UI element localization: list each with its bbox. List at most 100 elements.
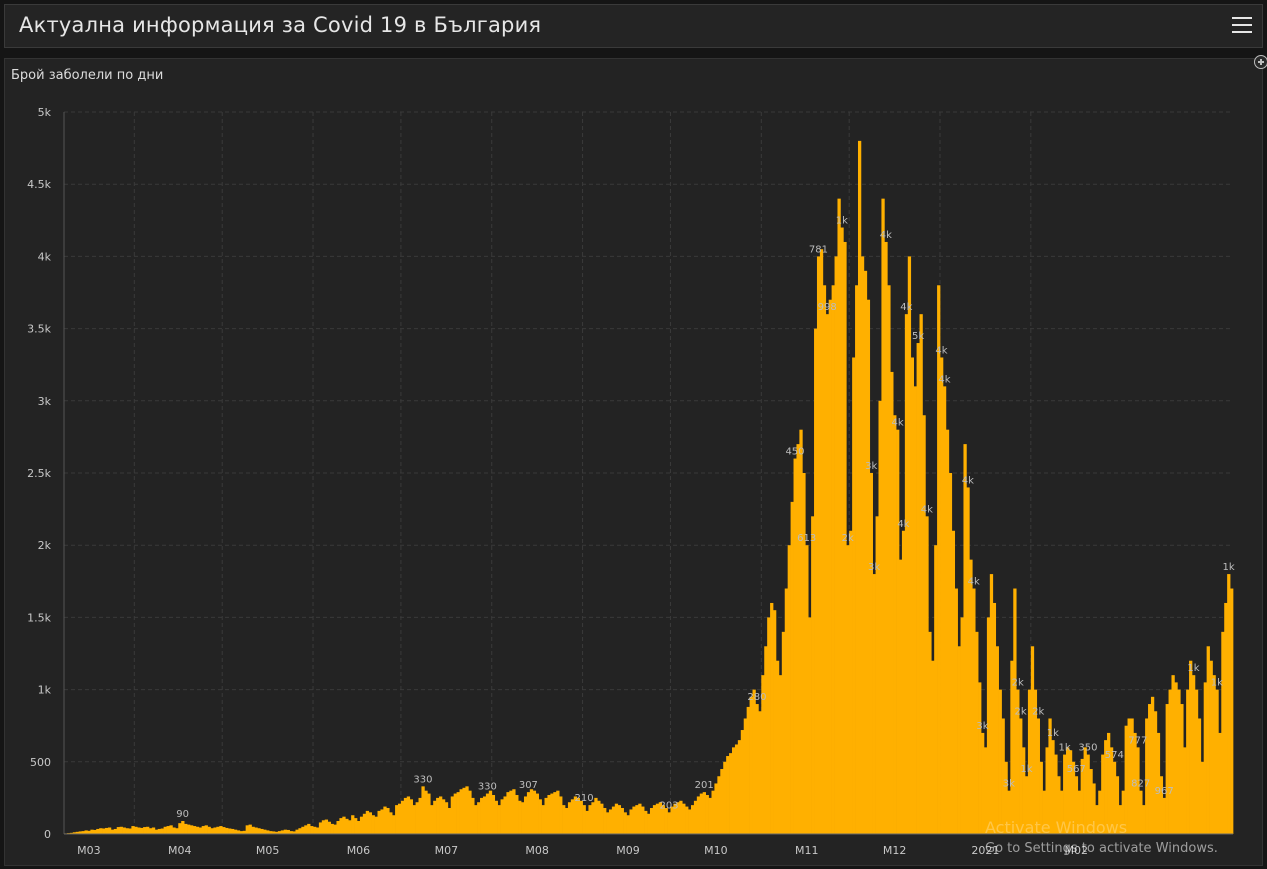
- data-label: 90: [176, 809, 189, 820]
- bar: [749, 696, 753, 834]
- bar: [693, 800, 698, 834]
- bar: [403, 797, 408, 834]
- bar: [614, 803, 619, 834]
- bar: [503, 796, 507, 834]
- bar: [222, 827, 226, 834]
- bar: [406, 796, 411, 834]
- bar: [254, 827, 258, 834]
- bar: [313, 826, 317, 834]
- bar: [362, 813, 367, 834]
- bar: [433, 800, 437, 834]
- bar: [207, 826, 211, 834]
- data-label: 827: [1131, 779, 1150, 790]
- data-label: 1k: [1058, 743, 1070, 754]
- bar: [734, 744, 739, 834]
- bar: [547, 795, 551, 834]
- bar: [1186, 689, 1190, 834]
- data-label: 777: [1128, 735, 1147, 746]
- bar: [286, 829, 290, 834]
- bar: [784, 588, 789, 834]
- bar: [348, 820, 352, 834]
- x-tick-label: M07: [435, 844, 459, 857]
- bar: [608, 809, 613, 834]
- bar: [509, 790, 513, 834]
- bar: [169, 825, 173, 834]
- data-label: 307: [519, 780, 538, 791]
- bar: [714, 783, 718, 834]
- bar: [995, 646, 999, 834]
- bar: [664, 808, 668, 834]
- y-tick-label: 3.5k: [27, 323, 51, 336]
- bar: [688, 809, 692, 834]
- bar: [383, 806, 387, 834]
- bar: [330, 823, 334, 834]
- bar: [948, 473, 953, 834]
- data-label: 998: [818, 302, 837, 313]
- bar: [485, 793, 490, 834]
- bar: [849, 530, 853, 834]
- y-tick-label: 4.5k: [27, 178, 51, 191]
- bar: [301, 826, 305, 834]
- bar: [822, 285, 827, 834]
- bar: [359, 816, 364, 834]
- bar: [579, 800, 583, 834]
- bar: [506, 792, 510, 834]
- bar: [816, 256, 821, 834]
- bar: [453, 793, 457, 834]
- bar: [819, 249, 824, 834]
- bar: [1150, 696, 1155, 834]
- bar: [415, 802, 419, 834]
- bar: [201, 826, 205, 834]
- bar: [231, 828, 235, 834]
- data-label: 3k: [1003, 779, 1015, 790]
- bar: [626, 815, 630, 834]
- bar: [931, 660, 935, 834]
- bar: [321, 820, 326, 834]
- data-label: 450: [785, 447, 804, 458]
- bar: [488, 790, 493, 834]
- activate-windows-watermark: Activate Windows: [985, 818, 1128, 837]
- bar: [1001, 718, 1005, 834]
- bar: [368, 812, 372, 834]
- data-label: 574: [1105, 750, 1124, 761]
- bar: [148, 828, 153, 834]
- x-tick-label: M05: [256, 844, 280, 857]
- bar: [582, 805, 586, 834]
- bar: [345, 818, 349, 834]
- bar: [796, 444, 800, 834]
- bar: [550, 793, 554, 834]
- bar: [189, 825, 194, 834]
- bar: [93, 829, 97, 834]
- bar: [477, 802, 481, 834]
- bar: [1142, 805, 1146, 834]
- data-label: 4k: [897, 519, 909, 530]
- bar: [105, 827, 109, 834]
- bar: [541, 805, 545, 834]
- bar: [711, 790, 715, 834]
- bar: [1139, 790, 1143, 834]
- bar: [400, 800, 405, 834]
- bar: [392, 815, 396, 834]
- bar: [318, 822, 323, 834]
- y-tick-label: 3k: [38, 395, 52, 408]
- bar: [251, 826, 255, 834]
- bar: [960, 617, 964, 834]
- bar: [228, 828, 232, 834]
- bar: [764, 646, 768, 834]
- bar: [444, 802, 449, 834]
- data-label: 1k: [1020, 764, 1032, 775]
- y-tick-label: 4k: [38, 250, 52, 263]
- bar: [122, 827, 126, 834]
- bar: [1036, 718, 1040, 834]
- bar: [881, 198, 885, 834]
- data-label: 1k: [1047, 728, 1059, 739]
- bar: [134, 826, 138, 834]
- bar: [512, 789, 516, 834]
- bar: [450, 796, 455, 834]
- bar: [1212, 675, 1216, 834]
- bar: [315, 827, 320, 834]
- bar: [518, 800, 522, 834]
- bar: [679, 800, 683, 834]
- data-label: 2k: [1032, 706, 1044, 717]
- data-label: 350: [1078, 743, 1097, 754]
